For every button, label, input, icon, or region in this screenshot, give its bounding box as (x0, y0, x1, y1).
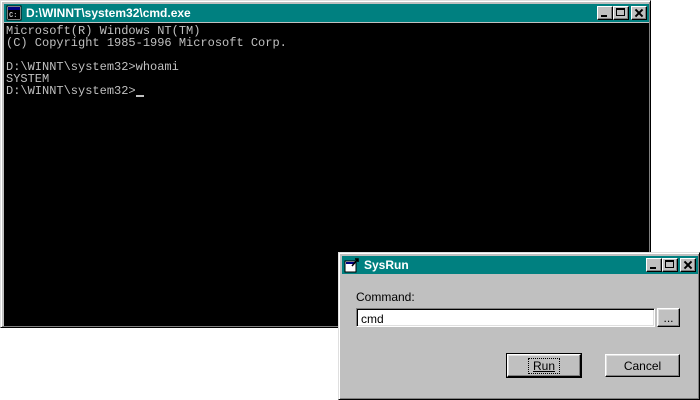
maximize-icon[interactable] (662, 258, 678, 272)
close-icon[interactable] (680, 258, 696, 272)
browse-button-label: ... (663, 310, 674, 325)
minimize-icon[interactable] (646, 258, 662, 272)
sysrun-title: SysRun (364, 258, 409, 272)
cmd-titlebar[interactable]: C: D:\WINNT\system32\cmd.exe (4, 4, 649, 22)
svg-text:C:: C: (9, 12, 17, 20)
sysrun-titlebar[interactable]: SysRun (342, 256, 698, 274)
command-input[interactable]: cmd (356, 308, 655, 327)
run-button[interactable]: Run (506, 353, 582, 378)
console-prompt-line[interactable]: D:\WINNT\system32> (6, 85, 647, 97)
run-button-label: Run (527, 357, 560, 374)
cancel-button-label: Cancel (623, 358, 662, 373)
console-line: (C) Copyright 1985-1996 Microsoft Corp. (6, 36, 287, 50)
cmd-window-title: D:\WINNT\system32\cmd.exe (26, 6, 191, 20)
console-line: D:\WINNT\system32>whoami (6, 60, 179, 74)
cancel-button[interactable]: Cancel (605, 354, 680, 377)
close-icon[interactable] (631, 6, 647, 20)
minimize-icon[interactable] (597, 6, 613, 20)
console-prompt: D:\WINNT\system32> (6, 84, 136, 98)
run-icon[interactable] (344, 257, 360, 273)
browse-button[interactable]: ... (657, 308, 680, 327)
maximize-icon[interactable] (613, 6, 629, 20)
sysrun-dialog[interactable]: SysRun Command: cmd ... Run Cancel (338, 252, 700, 400)
command-input-value: cmd (361, 312, 384, 326)
command-prompt-icon[interactable]: C: (6, 5, 22, 21)
text-cursor (135, 95, 144, 97)
command-label: Command: (356, 290, 415, 304)
